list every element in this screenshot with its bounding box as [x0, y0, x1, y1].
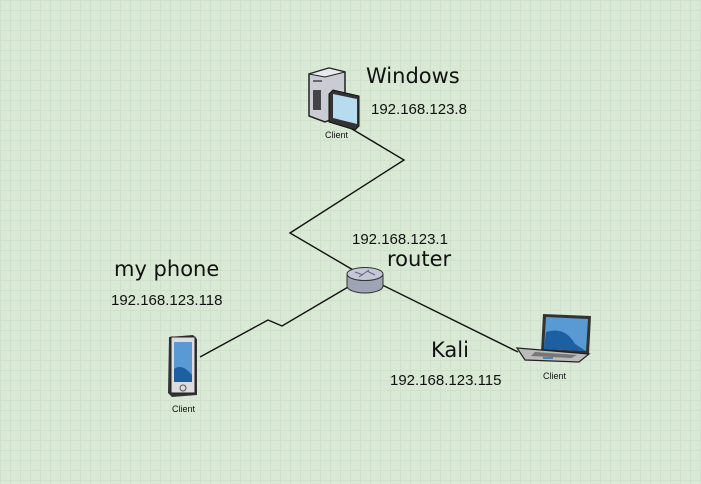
phone-name: my phone — [114, 257, 220, 281]
windows-ip: 192.168.123.8 — [371, 101, 467, 118]
phone-caption: Client — [172, 404, 196, 414]
phone-ip: 192.168.123.118 — [111, 292, 223, 309]
router-icon[interactable] — [345, 266, 385, 296]
router-ip: 192.168.123.1 — [352, 231, 448, 248]
laptop-icon[interactable] — [515, 310, 595, 364]
kali-ip: 192.168.123.115 — [390, 372, 502, 389]
kali-name: Kali — [431, 338, 469, 362]
router-name: router — [387, 247, 452, 271]
windows-name: Windows — [366, 64, 460, 88]
kali-caption: Client — [543, 371, 567, 381]
desktop-pc-icon[interactable] — [305, 64, 365, 130]
smartphone-icon[interactable] — [166, 333, 200, 399]
windows-caption: Client — [325, 130, 349, 140]
wire-router-phone — [199, 279, 361, 358]
